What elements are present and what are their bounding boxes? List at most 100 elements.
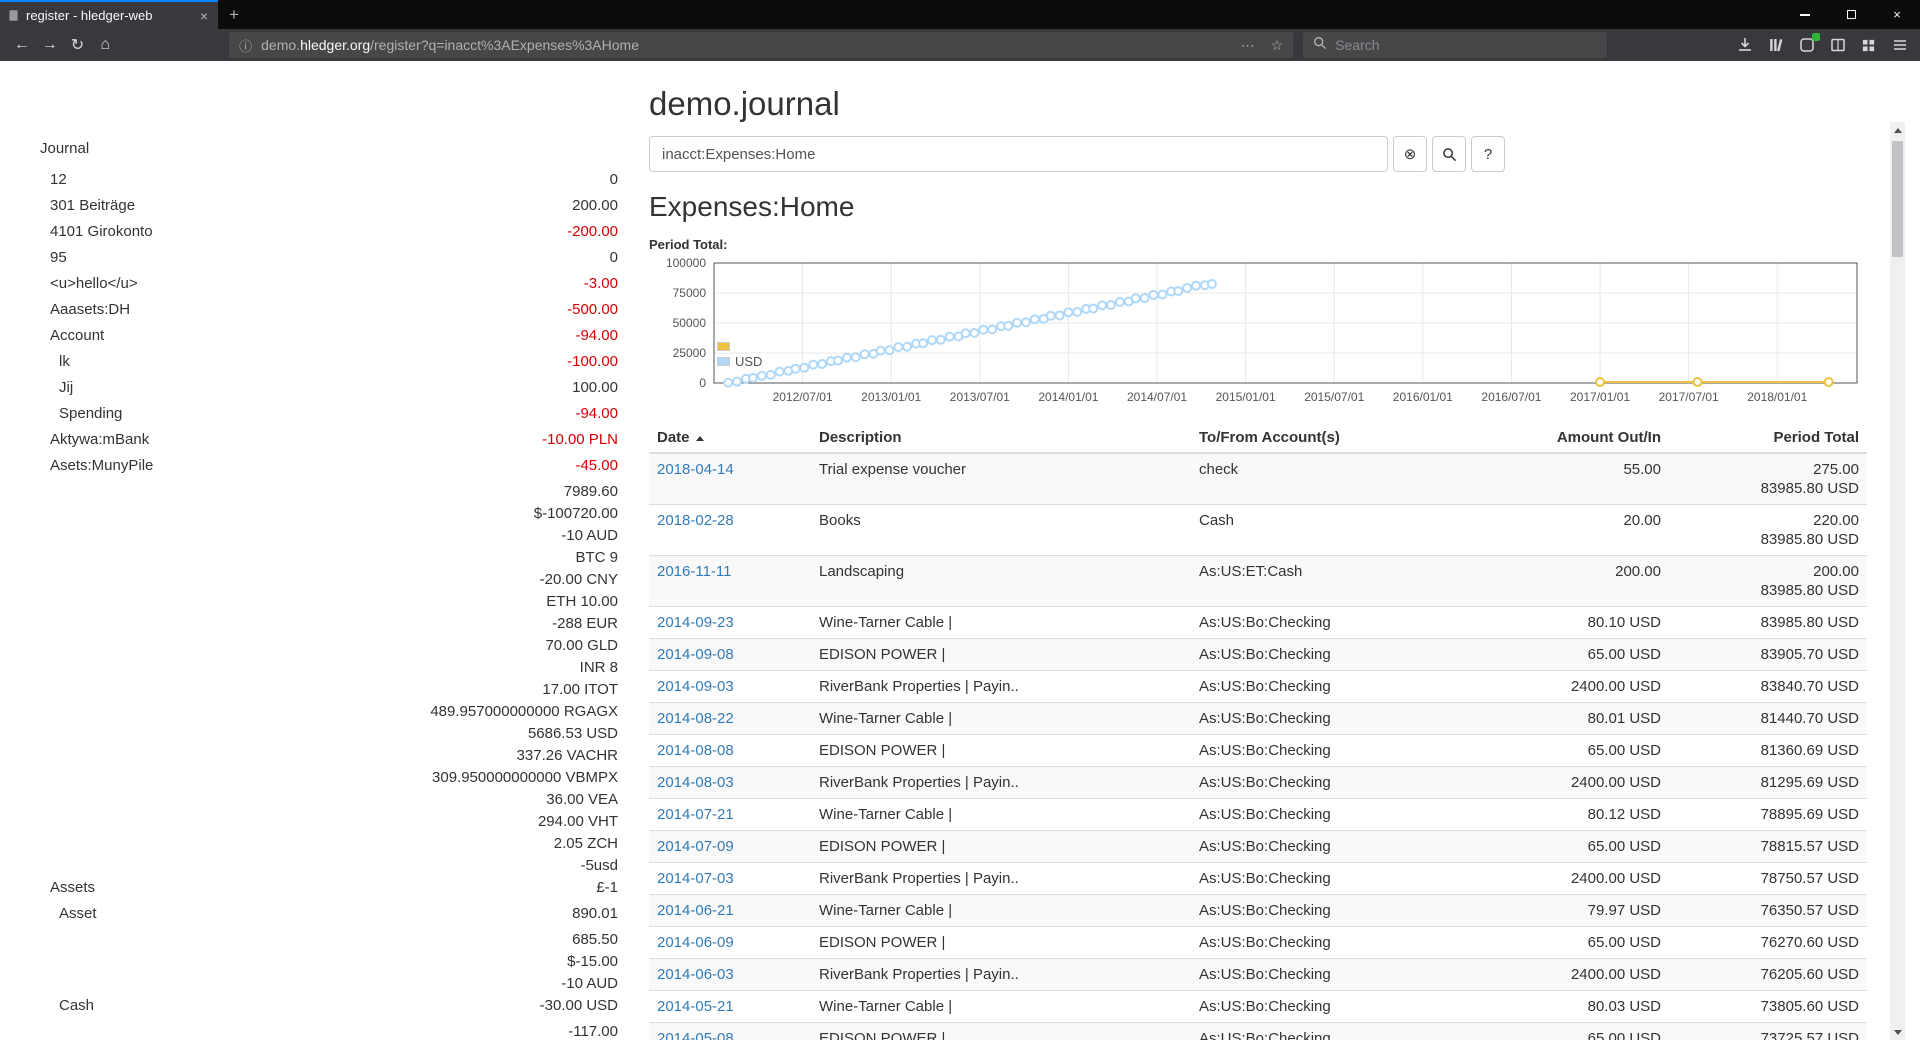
transaction-period-total: 76270.60 USD [1669, 927, 1867, 959]
sidebar-account-balance: 7989.60$-100720.00-10 AUDBTC 9-20.00 CNY… [258, 479, 618, 901]
accounts-sidebar: Journal 120301 Beiträge200.004101 Giroko… [40, 139, 618, 1040]
transaction-date-link[interactable]: 2016-11-11 [657, 563, 732, 580]
reload-icon[interactable]: ↻ [64, 32, 92, 58]
page-actions-icon[interactable]: ⋯ [1241, 37, 1255, 54]
sidebar-account-link[interactable]: Account [40, 323, 258, 349]
transaction-date-link[interactable]: 2014-05-08 [657, 1030, 734, 1040]
sidebar-account-link[interactable]: Aktywa:mBank [40, 427, 258, 453]
home-icon[interactable]: ⌂ [91, 32, 119, 58]
period-total-chart[interactable]: 02500050000750001000002012/07/012013/01/… [658, 257, 1868, 415]
register-row: 2014-09-23Wine-Tarner Cable |As:US:Bo:Ch… [649, 607, 1867, 639]
column-header-description: Description [811, 425, 1191, 453]
transaction-date-link[interactable]: 2014-07-21 [657, 806, 734, 823]
sidebar-account-link[interactable]: 301 Beiträge [40, 193, 258, 219]
sidebar-account-balance: -94.00 [258, 401, 618, 427]
extension-icon[interactable] [1795, 33, 1819, 57]
apps-grid-icon[interactable] [1857, 33, 1881, 57]
transaction-date-link[interactable]: 2014-08-03 [657, 774, 734, 791]
submit-search-button[interactable] [1432, 136, 1466, 172]
transaction-date-link[interactable]: 2018-04-14 [657, 461, 734, 478]
transaction-date-link[interactable]: 2014-09-23 [657, 614, 734, 631]
sidebar-account-row: Aktywa:mBank-10.00 PLN [40, 427, 618, 453]
transaction-description: Wine-Tarner Cable | [811, 991, 1191, 1023]
transaction-description: RiverBank Properties | Payin.. [811, 671, 1191, 703]
chart-plot[interactable]: 02500050000750001000002012/07/012013/01/… [658, 257, 1868, 415]
new-tab-button[interactable]: + [218, 0, 250, 29]
transaction-amount: 65.00 USD [1493, 735, 1669, 767]
transaction-period-total: 220.0083985.80 USD [1669, 505, 1867, 556]
sidebar-account-link[interactable]: 12 [40, 167, 258, 193]
downloads-icon[interactable] [1733, 33, 1757, 57]
clear-query-button[interactable]: ⊗ [1393, 136, 1427, 172]
transaction-date-link[interactable]: 2014-07-03 [657, 870, 734, 887]
transaction-date-link[interactable]: 2014-09-08 [657, 646, 734, 663]
register-row: 2014-06-21Wine-Tarner Cable |As:US:Bo:Ch… [649, 895, 1867, 927]
transaction-account: As:US:Bo:Checking [1191, 703, 1493, 735]
transaction-description: EDISON POWER | [811, 639, 1191, 671]
sidebar-account-link[interactable]: Jij [40, 375, 258, 401]
url-bar[interactable]: ⓘ demo.hledger.org/register?q=inacct%3AE… [229, 32, 1293, 58]
register-row: 2016-11-11LandscapingAs:US:ET:Cash200.00… [649, 556, 1867, 607]
transaction-date-link[interactable]: 2018-02-28 [657, 512, 734, 529]
sidebar-account-link[interactable]: Asset [40, 901, 258, 927]
transaction-description: Wine-Tarner Cable | [811, 607, 1191, 639]
transaction-account: Cash [1191, 505, 1493, 556]
transaction-amount: 2400.00 USD [1493, 767, 1669, 799]
minimize-button[interactable] [1782, 0, 1828, 29]
sidebar-account-link[interactable]: Asets:MunyPile [40, 453, 258, 479]
scroll-up-button[interactable] [1890, 122, 1905, 138]
tab-close-icon[interactable]: × [197, 8, 211, 24]
transaction-account: As:US:Bo:Checking [1191, 927, 1493, 959]
close-button[interactable]: × [1874, 0, 1920, 29]
extension-badge [1812, 33, 1820, 41]
sidebar-account-row: Spending-94.00 [40, 401, 618, 427]
sidebar-account-link[interactable] [40, 1019, 258, 1040]
legend-entry: USD [717, 354, 762, 369]
query-input[interactable] [649, 136, 1388, 172]
scroll-down-button[interactable] [1890, 1024, 1905, 1040]
column-header-date[interactable]: Date [649, 425, 811, 453]
svg-text:2015/07/01: 2015/07/01 [1304, 390, 1364, 404]
transaction-date-link[interactable]: 2014-08-22 [657, 710, 734, 727]
transaction-date-link[interactable]: 2014-05-21 [657, 998, 734, 1015]
transaction-account: As:US:Bo:Checking [1191, 991, 1493, 1023]
transaction-date-link[interactable]: 2014-06-09 [657, 934, 734, 951]
sidebar-account-link[interactable]: <u>hello</u> [40, 271, 258, 297]
register-row: 2014-07-21Wine-Tarner Cable |As:US:Bo:Ch… [649, 799, 1867, 831]
transaction-date: 2014-09-08 [649, 639, 811, 671]
maximize-button[interactable] [1828, 0, 1874, 29]
page-info-icon[interactable]: ⓘ [239, 36, 252, 55]
transaction-period-total: 73805.60 USD [1669, 991, 1867, 1023]
page-scrollbar[interactable] [1890, 122, 1905, 1040]
forward-icon[interactable]: → [36, 32, 64, 58]
transaction-description: EDISON POWER | [811, 1023, 1191, 1040]
library-icon[interactable] [1764, 33, 1788, 57]
browser-tab[interactable]: register - hledger-web × [0, 0, 218, 29]
sidebar-account-link[interactable]: Cash [40, 927, 258, 1019]
transaction-date-link[interactable]: 2014-06-03 [657, 966, 734, 983]
transaction-date-link[interactable]: 2014-07-09 [657, 838, 734, 855]
transaction-date-link[interactable]: 2014-09-03 [657, 678, 734, 695]
svg-text:25000: 25000 [673, 346, 707, 360]
sidebar-account-link[interactable]: lk [40, 349, 258, 375]
transaction-date-link[interactable]: 2014-08-08 [657, 742, 734, 759]
transaction-date: 2014-05-08 [649, 1023, 811, 1040]
svg-text:2016/01/01: 2016/01/01 [1393, 390, 1453, 404]
svg-text:2017/01/01: 2017/01/01 [1570, 390, 1630, 404]
browser-search-bar[interactable]: Search [1303, 32, 1607, 58]
sidebar-account-link[interactable]: Assets [40, 479, 258, 901]
register-table: Date Description To/From Account(s) Amou… [649, 425, 1867, 1040]
sidebar-account-link[interactable]: 4101 Girokonto [40, 219, 258, 245]
menu-icon[interactable] [1888, 33, 1912, 57]
help-button[interactable]: ? [1471, 136, 1505, 172]
sidebar-account-link[interactable]: Aaasets:DH [40, 297, 258, 323]
back-icon[interactable]: ← [8, 32, 36, 58]
transaction-account: As:US:Bo:Checking [1191, 1023, 1493, 1040]
bookmark-star-icon[interactable]: ☆ [1271, 37, 1284, 54]
transaction-date-link[interactable]: 2014-06-21 [657, 902, 734, 919]
sidebar-account-link[interactable]: 95 [40, 245, 258, 271]
sidebar-toggle-icon[interactable] [1826, 33, 1850, 57]
journal-link[interactable]: Journal [40, 139, 618, 159]
scrollbar-thumb[interactable] [1892, 141, 1903, 257]
sidebar-account-link[interactable]: Spending [40, 401, 258, 427]
